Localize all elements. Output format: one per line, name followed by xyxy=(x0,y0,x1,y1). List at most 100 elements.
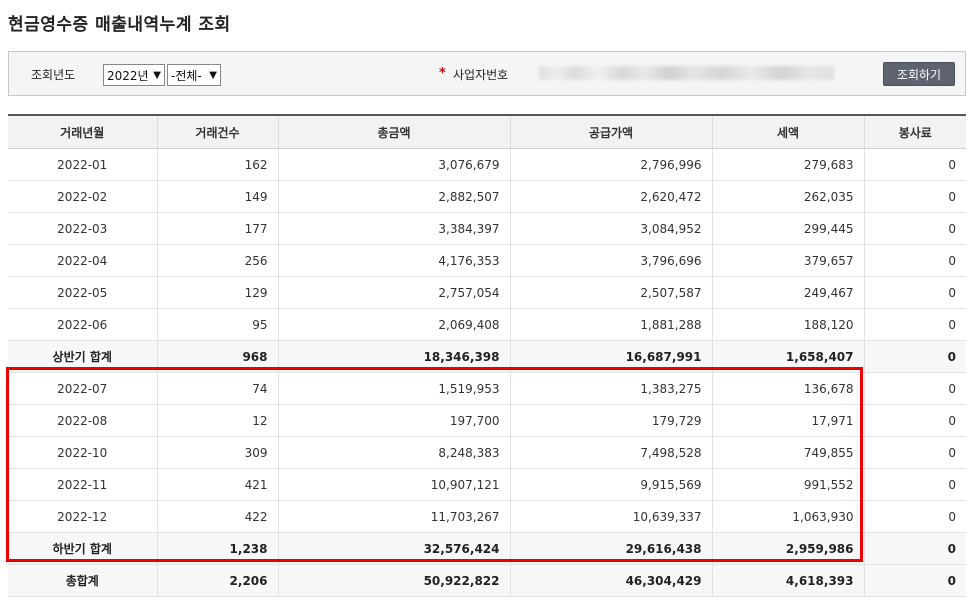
table-header-row: 거래년월 거래건수 총금액 공급가액 세액 봉사료 xyxy=(8,115,966,149)
cell-count: 309 xyxy=(157,436,279,469)
cell-total: 3,076,679 xyxy=(278,148,511,181)
search-panel: 조회년도 2022년 ▼ -전체- ▼ * 사업자번호 조회하기 xyxy=(8,51,966,96)
biz-no-label: 사업자번호 xyxy=(453,68,509,82)
cell-service: 0 xyxy=(864,532,966,565)
cell-service: 0 xyxy=(864,564,966,597)
cell-total: 3,384,397 xyxy=(278,212,511,245)
cell-supply: 3,796,696 xyxy=(510,244,713,277)
cell-service: 0 xyxy=(864,372,966,405)
cell-service: 0 xyxy=(864,340,966,373)
period-select[interactable]: -전체- ▼ xyxy=(167,64,221,86)
cell-count: 129 xyxy=(157,276,279,309)
cell-count: 74 xyxy=(157,372,279,405)
cell-service: 0 xyxy=(864,244,966,277)
cell-total: 2,882,507 xyxy=(278,180,511,213)
table-row: 2022-05 129 2,757,054 2,507,587 249,467 0 xyxy=(8,276,966,309)
page-title: 현금영수증 매출내역누계 조회 xyxy=(8,15,231,35)
cell-tax: 4,618,393 xyxy=(712,564,865,597)
cell-count: 968 xyxy=(157,340,279,373)
cell-total: 4,176,353 xyxy=(278,244,511,277)
cell-total: 8,248,383 xyxy=(278,436,511,469)
table-row: 2022-12 422 11,703,267 10,639,337 1,063,930 0 xyxy=(8,500,966,533)
cell-total: 50,922,822 xyxy=(278,564,511,597)
col-header-service: 봉사료 xyxy=(864,115,966,149)
cell-month: 2022-03 xyxy=(8,212,158,245)
cell-month: 2022-05 xyxy=(8,276,158,309)
cell-count: 95 xyxy=(157,308,279,341)
cell-tax: 991,552 xyxy=(712,468,865,501)
col-header-count: 거래건수 xyxy=(157,115,279,149)
cell-count: 1,238 xyxy=(157,532,279,565)
table-row: 2022-02 149 2,882,507 2,620,472 262,035 0 xyxy=(8,180,966,213)
cell-tax: 1,658,407 xyxy=(712,340,865,373)
cell-supply: 46,304,429 xyxy=(510,564,713,597)
cell-service: 0 xyxy=(864,276,966,309)
cell-service: 0 xyxy=(864,404,966,437)
cell-count: 149 xyxy=(157,180,279,213)
table-row-subtotal: 총합계 2,206 50,922,822 46,304,429 4,618,393 0 xyxy=(8,564,966,597)
cell-supply: 29,616,438 xyxy=(510,532,713,565)
cell-tax: 1,063,930 xyxy=(712,500,865,533)
cell-count: 177 xyxy=(157,212,279,245)
cell-month: 2022-04 xyxy=(8,244,158,277)
cell-count: 12 xyxy=(157,404,279,437)
year-select[interactable]: 2022년 ▼ xyxy=(103,64,165,86)
search-button[interactable]: 조회하기 xyxy=(883,62,955,86)
cell-month: 2022-12 xyxy=(8,500,158,533)
cell-service: 0 xyxy=(864,180,966,213)
table-row-subtotal: 상반기 합계 968 18,346,398 16,687,991 1,658,407 0 xyxy=(8,340,966,373)
cell-supply: 16,687,991 xyxy=(510,340,713,373)
cell-month: 2022-01 xyxy=(8,148,158,181)
cell-total: 1,519,953 xyxy=(278,372,511,405)
cell-month: 하반기 합계 xyxy=(8,532,158,565)
table-row: 2022-06 95 2,069,408 1,881,288 188,120 0 xyxy=(8,308,966,341)
cell-service: 0 xyxy=(864,148,966,181)
cell-total: 197,700 xyxy=(278,404,511,437)
cell-supply: 2,796,996 xyxy=(510,148,713,181)
required-mark: * xyxy=(439,66,446,81)
cell-tax: 749,855 xyxy=(712,436,865,469)
cell-count: 256 xyxy=(157,244,279,277)
cell-supply: 1,383,275 xyxy=(510,372,713,405)
cell-count: 162 xyxy=(157,148,279,181)
cell-supply: 9,915,569 xyxy=(510,468,713,501)
table-row: 2022-10 309 8,248,383 7,498,528 749,855 0 xyxy=(8,436,966,469)
col-header-total: 총금액 xyxy=(278,115,511,149)
cell-total: 2,757,054 xyxy=(278,276,511,309)
col-header-supply: 공급가액 xyxy=(510,115,713,149)
cell-tax: 2,959,986 xyxy=(712,532,865,565)
cell-month: 2022-02 xyxy=(8,180,158,213)
cell-month: 2022-11 xyxy=(8,468,158,501)
cell-tax: 136,678 xyxy=(712,372,865,405)
cell-supply: 1,881,288 xyxy=(510,308,713,341)
table-row: 2022-08 12 197,700 179,729 17,971 0 xyxy=(8,404,966,437)
cell-month: 2022-07 xyxy=(8,372,158,405)
cell-supply: 2,620,472 xyxy=(510,180,713,213)
col-header-month: 거래년월 xyxy=(8,115,158,149)
table-row: 2022-03 177 3,384,397 3,084,952 299,445 0 xyxy=(8,212,966,245)
table-row: 2022-01 162 3,076,679 2,796,996 279,683 0 xyxy=(8,148,966,181)
cell-tax: 299,445 xyxy=(712,212,865,245)
chevron-down-icon: ▼ xyxy=(209,69,217,81)
cell-count: 2,206 xyxy=(157,564,279,597)
cell-count: 421 xyxy=(157,468,279,501)
cell-month: 2022-10 xyxy=(8,436,158,469)
cell-total: 32,576,424 xyxy=(278,532,511,565)
cell-tax: 379,657 xyxy=(712,244,865,277)
cell-month: 2022-08 xyxy=(8,404,158,437)
cell-service: 0 xyxy=(864,500,966,533)
period-select-value: -전체- xyxy=(171,68,202,83)
cell-supply: 2,507,587 xyxy=(510,276,713,309)
table-row-subtotal: 하반기 합계 1,238 32,576,424 29,616,438 2,959,986… xyxy=(8,532,966,565)
cell-supply: 3,084,952 xyxy=(510,212,713,245)
year-label: 조회년도 xyxy=(31,68,76,82)
cell-month: 상반기 합계 xyxy=(8,340,158,373)
year-select-value: 2022년 xyxy=(107,68,149,83)
sales-summary-table: 거래년월 거래건수 총금액 공급가액 세액 봉사료 2022-01 162 3,07… xyxy=(8,114,966,597)
cell-total: 11,703,267 xyxy=(278,500,511,533)
cell-supply: 7,498,528 xyxy=(510,436,713,469)
cell-tax: 262,035 xyxy=(712,180,865,213)
col-header-tax: 세액 xyxy=(712,115,865,149)
table-row: 2022-11 421 10,907,121 9,915,569 991,552 0 xyxy=(8,468,966,501)
cell-total: 18,346,398 xyxy=(278,340,511,373)
